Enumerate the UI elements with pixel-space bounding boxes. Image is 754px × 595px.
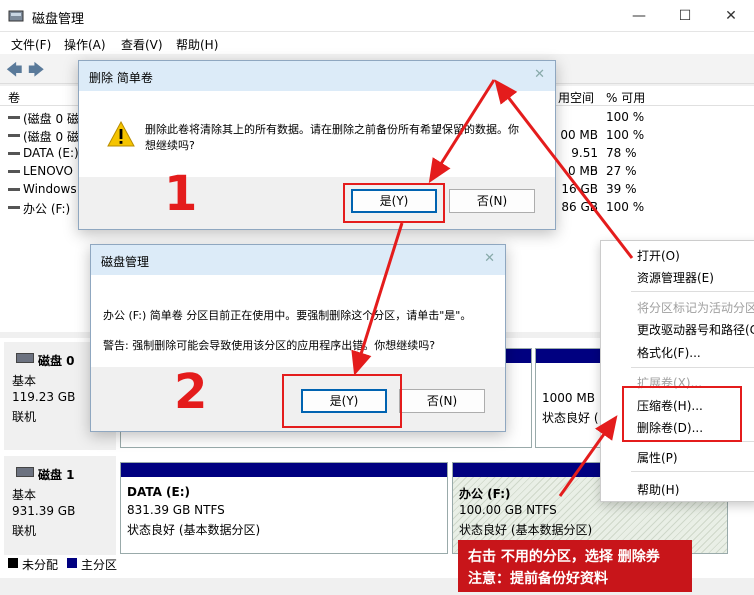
- annotation-arrows: [351, 79, 634, 497]
- note-line-1: 右击 不用的分区，选择 删除券: [468, 549, 660, 565]
- note-line-2: 注意：提前备份好资料: [468, 571, 608, 587]
- arrow-to-context-menu: [558, 415, 618, 497]
- arrow-to-dialog-1: [494, 79, 634, 259]
- arrow-to-yes-1: [428, 79, 496, 184]
- arrow-to-yes-2: [351, 222, 404, 376]
- instruction-note: 右击 不用的分区，选择 删除券 注意：提前备份好资料: [458, 540, 692, 592]
